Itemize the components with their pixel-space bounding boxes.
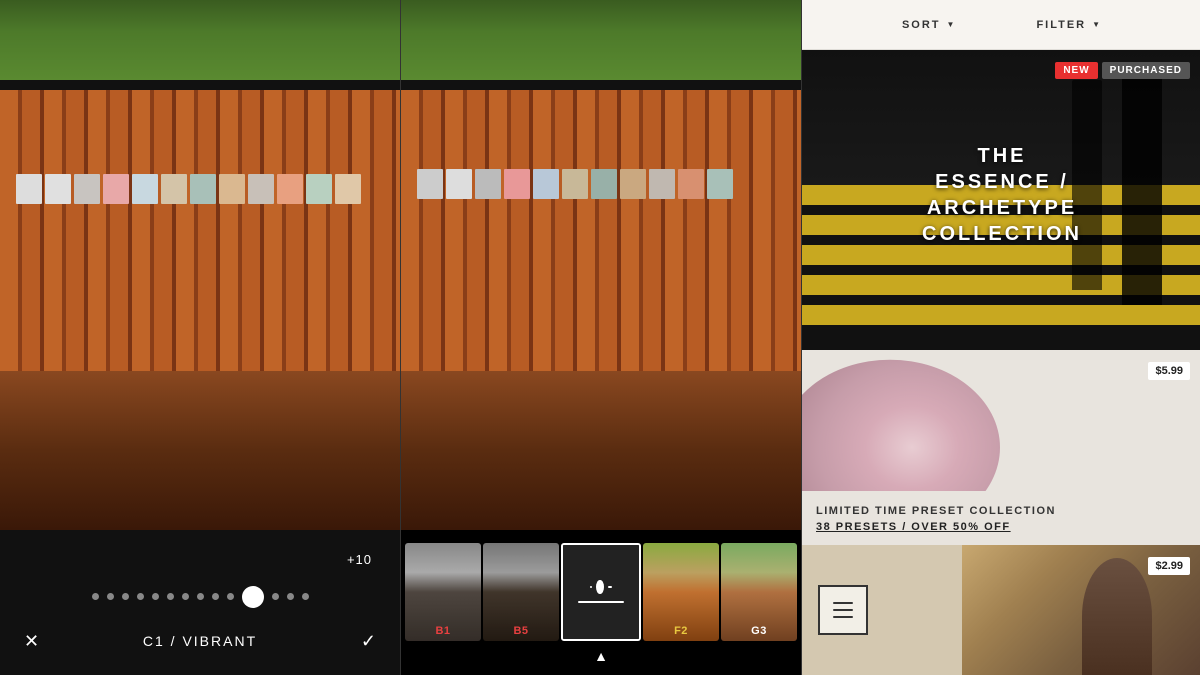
secondary-price: $5.99: [1148, 362, 1190, 380]
preset-bar: B1 B5 F2: [401, 530, 801, 675]
editor-panel: +10 ✕ C1 / VIBRANT ✓: [0, 0, 400, 675]
secondary-subtitle: 38 PRESETS / OVER 50% OFF: [816, 521, 1188, 533]
preset-thumbnails: B1 B5 F2: [401, 530, 801, 645]
menu-line-2: [833, 609, 853, 611]
preset-b1-label: B1: [405, 625, 481, 637]
essence-collection[interactable]: NEW PURCHASED THE ESSENCE / ARCHETYPE CO…: [802, 50, 1200, 350]
editor-photo-area: [0, 0, 400, 530]
fence-shadow-2: [401, 371, 801, 530]
dot-9: [212, 593, 219, 600]
fence-planks: [0, 90, 400, 371]
icon-circle: [596, 580, 604, 594]
collection-title: THE ESSENCE / ARCHETYPE COLLECTION: [902, 143, 1102, 247]
menu-line-3: [833, 616, 853, 618]
close-button[interactable]: ✕: [24, 631, 39, 652]
fence-photo: [0, 0, 400, 530]
editor-controls: +10 ✕ C1 / VIBRANT ✓: [0, 530, 400, 675]
sort-arrow-icon: ▼: [947, 20, 957, 29]
preset-b5-label: B5: [483, 625, 559, 637]
up-arrow[interactable]: ▲: [594, 649, 608, 663]
store-header: SORT ▼ FILTER ▼: [802, 0, 1200, 50]
fence-top-dark: [0, 80, 400, 91]
fence-photo-2: [401, 0, 801, 530]
icon-bar-right: [608, 586, 612, 588]
slider-dots: [20, 586, 380, 608]
confirm-button[interactable]: ✓: [361, 631, 376, 652]
dot-6: [167, 593, 174, 600]
dot-active[interactable]: [242, 586, 264, 608]
bottom-price: $2.99: [1148, 557, 1190, 575]
preset-c1-icon: [563, 545, 639, 639]
dot-12: [272, 593, 279, 600]
presets-photo-area: [401, 0, 801, 530]
collection-title-line3: COLLECTION: [922, 223, 1082, 245]
dot-1: [92, 593, 99, 600]
icon-row-1: [590, 580, 612, 594]
icon-bottom-bar: [578, 601, 624, 603]
dot-7: [182, 593, 189, 600]
menu-line-1: [833, 602, 853, 604]
dot-10: [227, 593, 234, 600]
dot-3: [122, 593, 129, 600]
dot-8: [197, 593, 204, 600]
bottom-collection[interactable]: $2.99: [802, 545, 1200, 675]
preset-f2-label: F2: [643, 625, 719, 637]
preset-b1[interactable]: B1: [405, 543, 481, 641]
sort-label: SORT: [902, 19, 941, 31]
fence-shadow: [0, 371, 400, 530]
preset-b5[interactable]: B5: [483, 543, 559, 641]
fence-planks-2: [401, 90, 801, 371]
sort-button[interactable]: SORT ▼: [902, 19, 956, 31]
dot-14: [302, 593, 309, 600]
filter-button[interactable]: FILTER ▼: [1036, 19, 1102, 31]
secondary-title: LIMITED TIME PRESET COLLECTION: [816, 503, 1188, 521]
editor-label-bar: ✕ C1 / VIBRANT ✓: [20, 631, 380, 652]
icon-bar-left: [590, 586, 592, 588]
new-badge: NEW: [1055, 62, 1097, 79]
preset-name-label: C1 / VIBRANT: [143, 633, 257, 649]
slider-track[interactable]: [20, 586, 380, 608]
filter-label: FILTER: [1036, 19, 1086, 31]
secondary-text-area: LIMITED TIME PRESET COLLECTION 38 PRESET…: [802, 491, 1200, 545]
preset-c1[interactable]: [561, 543, 641, 641]
badge-row: NEW PURCHASED: [1055, 62, 1190, 79]
preset-g3-label: G3: [721, 625, 797, 637]
menu-icon-button[interactable]: [818, 585, 868, 635]
dot-4: [137, 593, 144, 600]
store-panel: SORT ▼ FILTER ▼: [802, 0, 1200, 675]
collection-title-line1: THE: [978, 145, 1027, 167]
presets-panel: B1 B5 F2: [401, 0, 801, 675]
filter-arrow-icon: ▼: [1092, 20, 1102, 29]
purchased-badge: PURCHASED: [1102, 62, 1190, 79]
preset-g3[interactable]: G3: [721, 543, 797, 641]
collection-title-area: THE ESSENCE / ARCHETYPE COLLECTION: [902, 143, 1102, 247]
store-content: NEW PURCHASED THE ESSENCE / ARCHETYPE CO…: [802, 50, 1200, 675]
sky-area: [0, 0, 400, 80]
dot-5: [152, 593, 159, 600]
preset-f2[interactable]: F2: [643, 543, 719, 641]
dot-13: [287, 593, 294, 600]
fence-top-2: [401, 80, 801, 91]
sky-area-2: [401, 0, 801, 80]
slider-value: +10: [347, 552, 372, 567]
collection-title-line2: ESSENCE / ARCHETYPE: [927, 171, 1077, 219]
limited-time-collection[interactable]: $5.99 LIMITED TIME PRESET COLLECTION 38 …: [802, 350, 1200, 545]
dot-2: [107, 593, 114, 600]
